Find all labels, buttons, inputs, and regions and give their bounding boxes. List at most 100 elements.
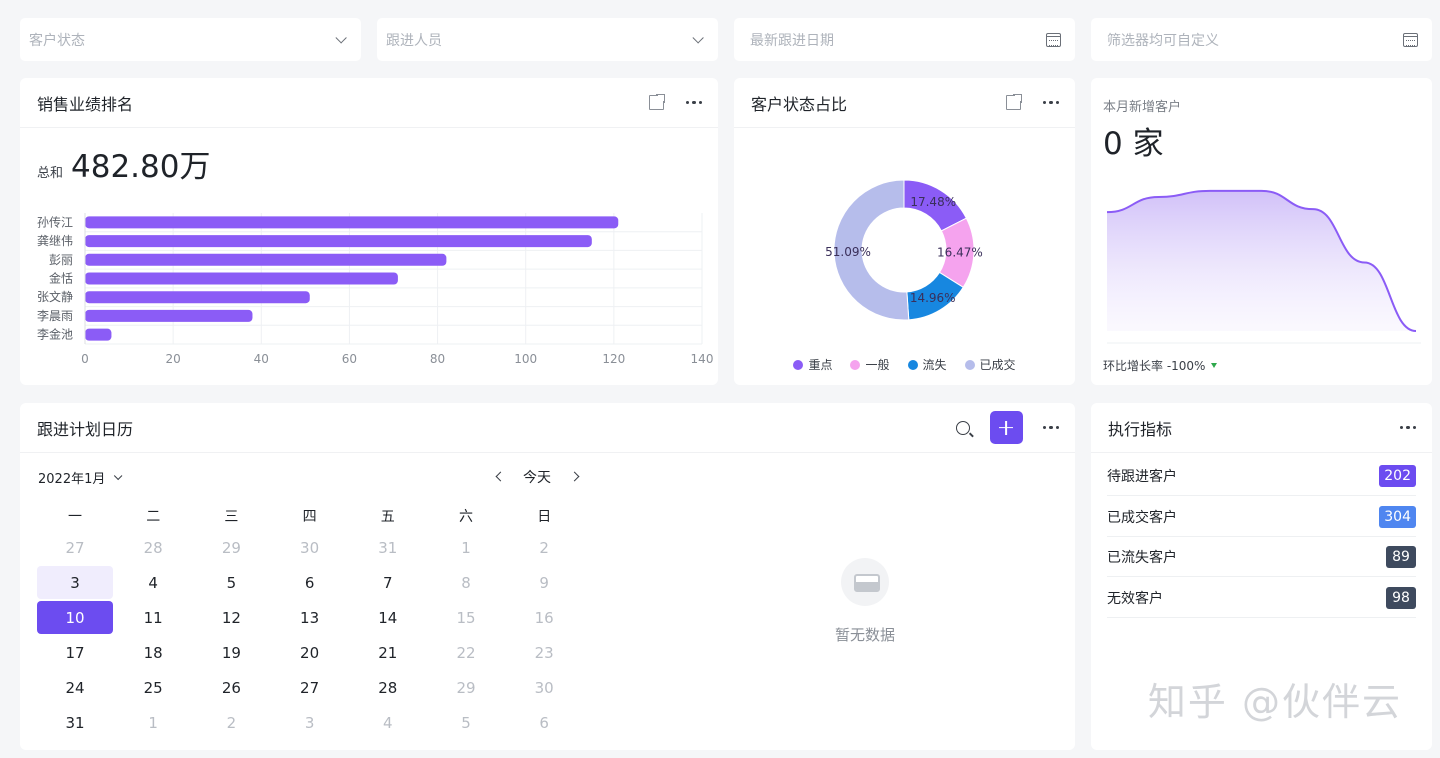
new-customers-area-chart	[1106, 189, 1421, 344]
add-plan-button[interactable]	[989, 411, 1023, 444]
filter-customer-status[interactable]: 客户状态	[20, 18, 361, 61]
more-icon[interactable]	[1042, 425, 1059, 430]
calendar-day[interactable]: 24	[37, 671, 113, 704]
kpi-row-pending[interactable]: 待跟进客户 202	[1107, 456, 1416, 496]
growth-rate: 环比增长率 -100%	[1103, 357, 1218, 374]
calendar-day[interactable]: 18	[115, 636, 191, 669]
filter-custom[interactable]: 筛选器均可自定义	[1091, 18, 1432, 61]
calendar-day[interactable]: 29	[193, 531, 269, 564]
kpi-label: 已成交客户	[1107, 509, 1177, 526]
calendar-day[interactable]: 29	[428, 671, 504, 704]
calendar-day[interactable]: 30	[272, 531, 348, 564]
kpi-row-lost[interactable]: 已流失客户 89	[1107, 537, 1416, 577]
calendar-day[interactable]: 11	[115, 601, 191, 634]
kpi-badge: 98	[1386, 586, 1416, 609]
calendar-day[interactable]: 4	[350, 706, 426, 739]
calendar-day[interactable]: 23	[506, 636, 582, 669]
calendar-day[interactable]: 3	[272, 706, 348, 739]
more-icon[interactable]	[1399, 425, 1416, 430]
calendar-day[interactable]: 9	[506, 566, 582, 599]
kpi-badge: 304	[1379, 505, 1416, 528]
calendar-day[interactable]: 28	[350, 671, 426, 704]
calendar-day[interactable]: 22	[428, 636, 504, 669]
filter-follow-staff[interactable]: 跟进人员	[377, 18, 718, 61]
sales-bar-chart: 0 20 40 60 80 100 120 140 孙传江龚继伟彭丽金恬张文静李晨雨李金池	[37, 213, 713, 366]
calendar-day[interactable]: 7	[350, 566, 426, 599]
customer-status-card: 客户状态占比 17.48% 16.47% 14.96% 51.09% 重点 一般 流失…	[734, 78, 1075, 385]
calendar-day[interactable]: 5	[428, 706, 504, 739]
legend-item[interactable]: 流失	[907, 356, 947, 373]
bar[interactable]	[85, 235, 592, 248]
calendar-day[interactable]: 4	[115, 566, 191, 599]
next-month-button[interactable]	[569, 471, 580, 482]
weekday-label: 五	[380, 509, 395, 525]
legend-dot	[907, 359, 918, 370]
y-category-label: 金恬	[49, 271, 73, 286]
calendar-day[interactable]: 10	[37, 601, 113, 634]
prev-month-button[interactable]	[495, 471, 506, 482]
weekday-label: 三	[224, 509, 239, 525]
calendar-day[interactable]: 25	[115, 671, 191, 704]
calendar-day[interactable]: 26	[193, 671, 269, 704]
calendar-day[interactable]: 2	[193, 706, 269, 739]
area-fill	[1107, 190, 1416, 331]
bar[interactable]	[85, 291, 310, 304]
calendar-day[interactable]: 5	[193, 566, 269, 599]
calendar-day[interactable]: 17	[37, 636, 113, 669]
slice-value-label: 16.47%	[937, 246, 983, 260]
kpi-row-closed[interactable]: 已成交客户 304	[1107, 497, 1416, 537]
legend-item[interactable]: 已成交	[964, 356, 1016, 373]
follow-calendar-card: 跟进计划日历 2022年1月 今天 一二三四五六日 27 28 29 30 31 1 2 3 4 5…	[20, 403, 1075, 750]
calendar-day[interactable]: 27	[37, 531, 113, 564]
bar[interactable]	[85, 216, 619, 229]
inbox-icon	[841, 558, 889, 606]
legend-label: 一般	[865, 358, 890, 372]
bar[interactable]	[85, 309, 253, 322]
filter-latest-date[interactable]: 最新跟进日期	[734, 18, 1075, 61]
calendar-day[interactable]: 31	[37, 706, 113, 739]
calendar-day[interactable]: 19	[193, 636, 269, 669]
card-title: 跟进计划日历	[37, 419, 134, 439]
calendar-day[interactable]: 30	[506, 671, 582, 704]
calendar-day[interactable]: 31	[350, 531, 426, 564]
card-title: 执行指标	[1108, 419, 1173, 439]
legend-dot	[793, 359, 804, 370]
calendar-day[interactable]: 6	[272, 566, 348, 599]
x-tick-label: 40	[254, 352, 269, 366]
weekday-label: 一	[68, 509, 82, 525]
calendar-day[interactable]: 14	[350, 601, 426, 634]
calendar-day[interactable]: 1	[115, 706, 191, 739]
kpi-row-invalid[interactable]: 无效客户 98	[1107, 578, 1416, 618]
legend-item[interactable]: 一般	[850, 356, 890, 373]
calendar-day[interactable]: 21	[350, 636, 426, 669]
calendar-day[interactable]: 3	[37, 566, 113, 599]
watermark: 知乎 @伙伴云	[1147, 680, 1402, 724]
bar[interactable]	[85, 253, 447, 266]
legend-dot	[850, 359, 861, 370]
calendar-day[interactable]: 27	[272, 671, 348, 704]
slice-value-label: 17.48%	[910, 195, 956, 209]
search-icon[interactable]	[955, 420, 970, 435]
bar[interactable]	[85, 272, 398, 285]
decrease-arrow-icon	[1211, 363, 1218, 368]
legend-label: 流失	[922, 358, 947, 372]
bar[interactable]	[85, 328, 112, 341]
calendar-day[interactable]: 28	[115, 531, 191, 564]
calendar-day[interactable]: 2	[506, 531, 582, 564]
empty-text: 暂无数据	[834, 626, 895, 644]
today-button[interactable]: 今天	[523, 467, 551, 487]
legend-item[interactable]: 重点	[793, 356, 832, 373]
calendar-day[interactable]: 16	[506, 601, 582, 634]
calendar-day[interactable]: 1	[428, 531, 504, 564]
card-header: 执行指标	[1091, 403, 1432, 453]
calendar-day[interactable]: 12	[193, 601, 269, 634]
calendar-icon	[1403, 32, 1418, 47]
month-selector[interactable]: 2022年1月	[38, 468, 123, 487]
weekday-label: 日	[537, 509, 552, 525]
calendar-day[interactable]: 13	[272, 601, 348, 634]
calendar-day[interactable]: 15	[428, 601, 504, 634]
calendar-day[interactable]: 6	[506, 706, 582, 739]
x-tick-label: 60	[342, 352, 357, 366]
calendar-day[interactable]: 20	[272, 636, 348, 669]
calendar-day[interactable]: 8	[428, 566, 504, 599]
